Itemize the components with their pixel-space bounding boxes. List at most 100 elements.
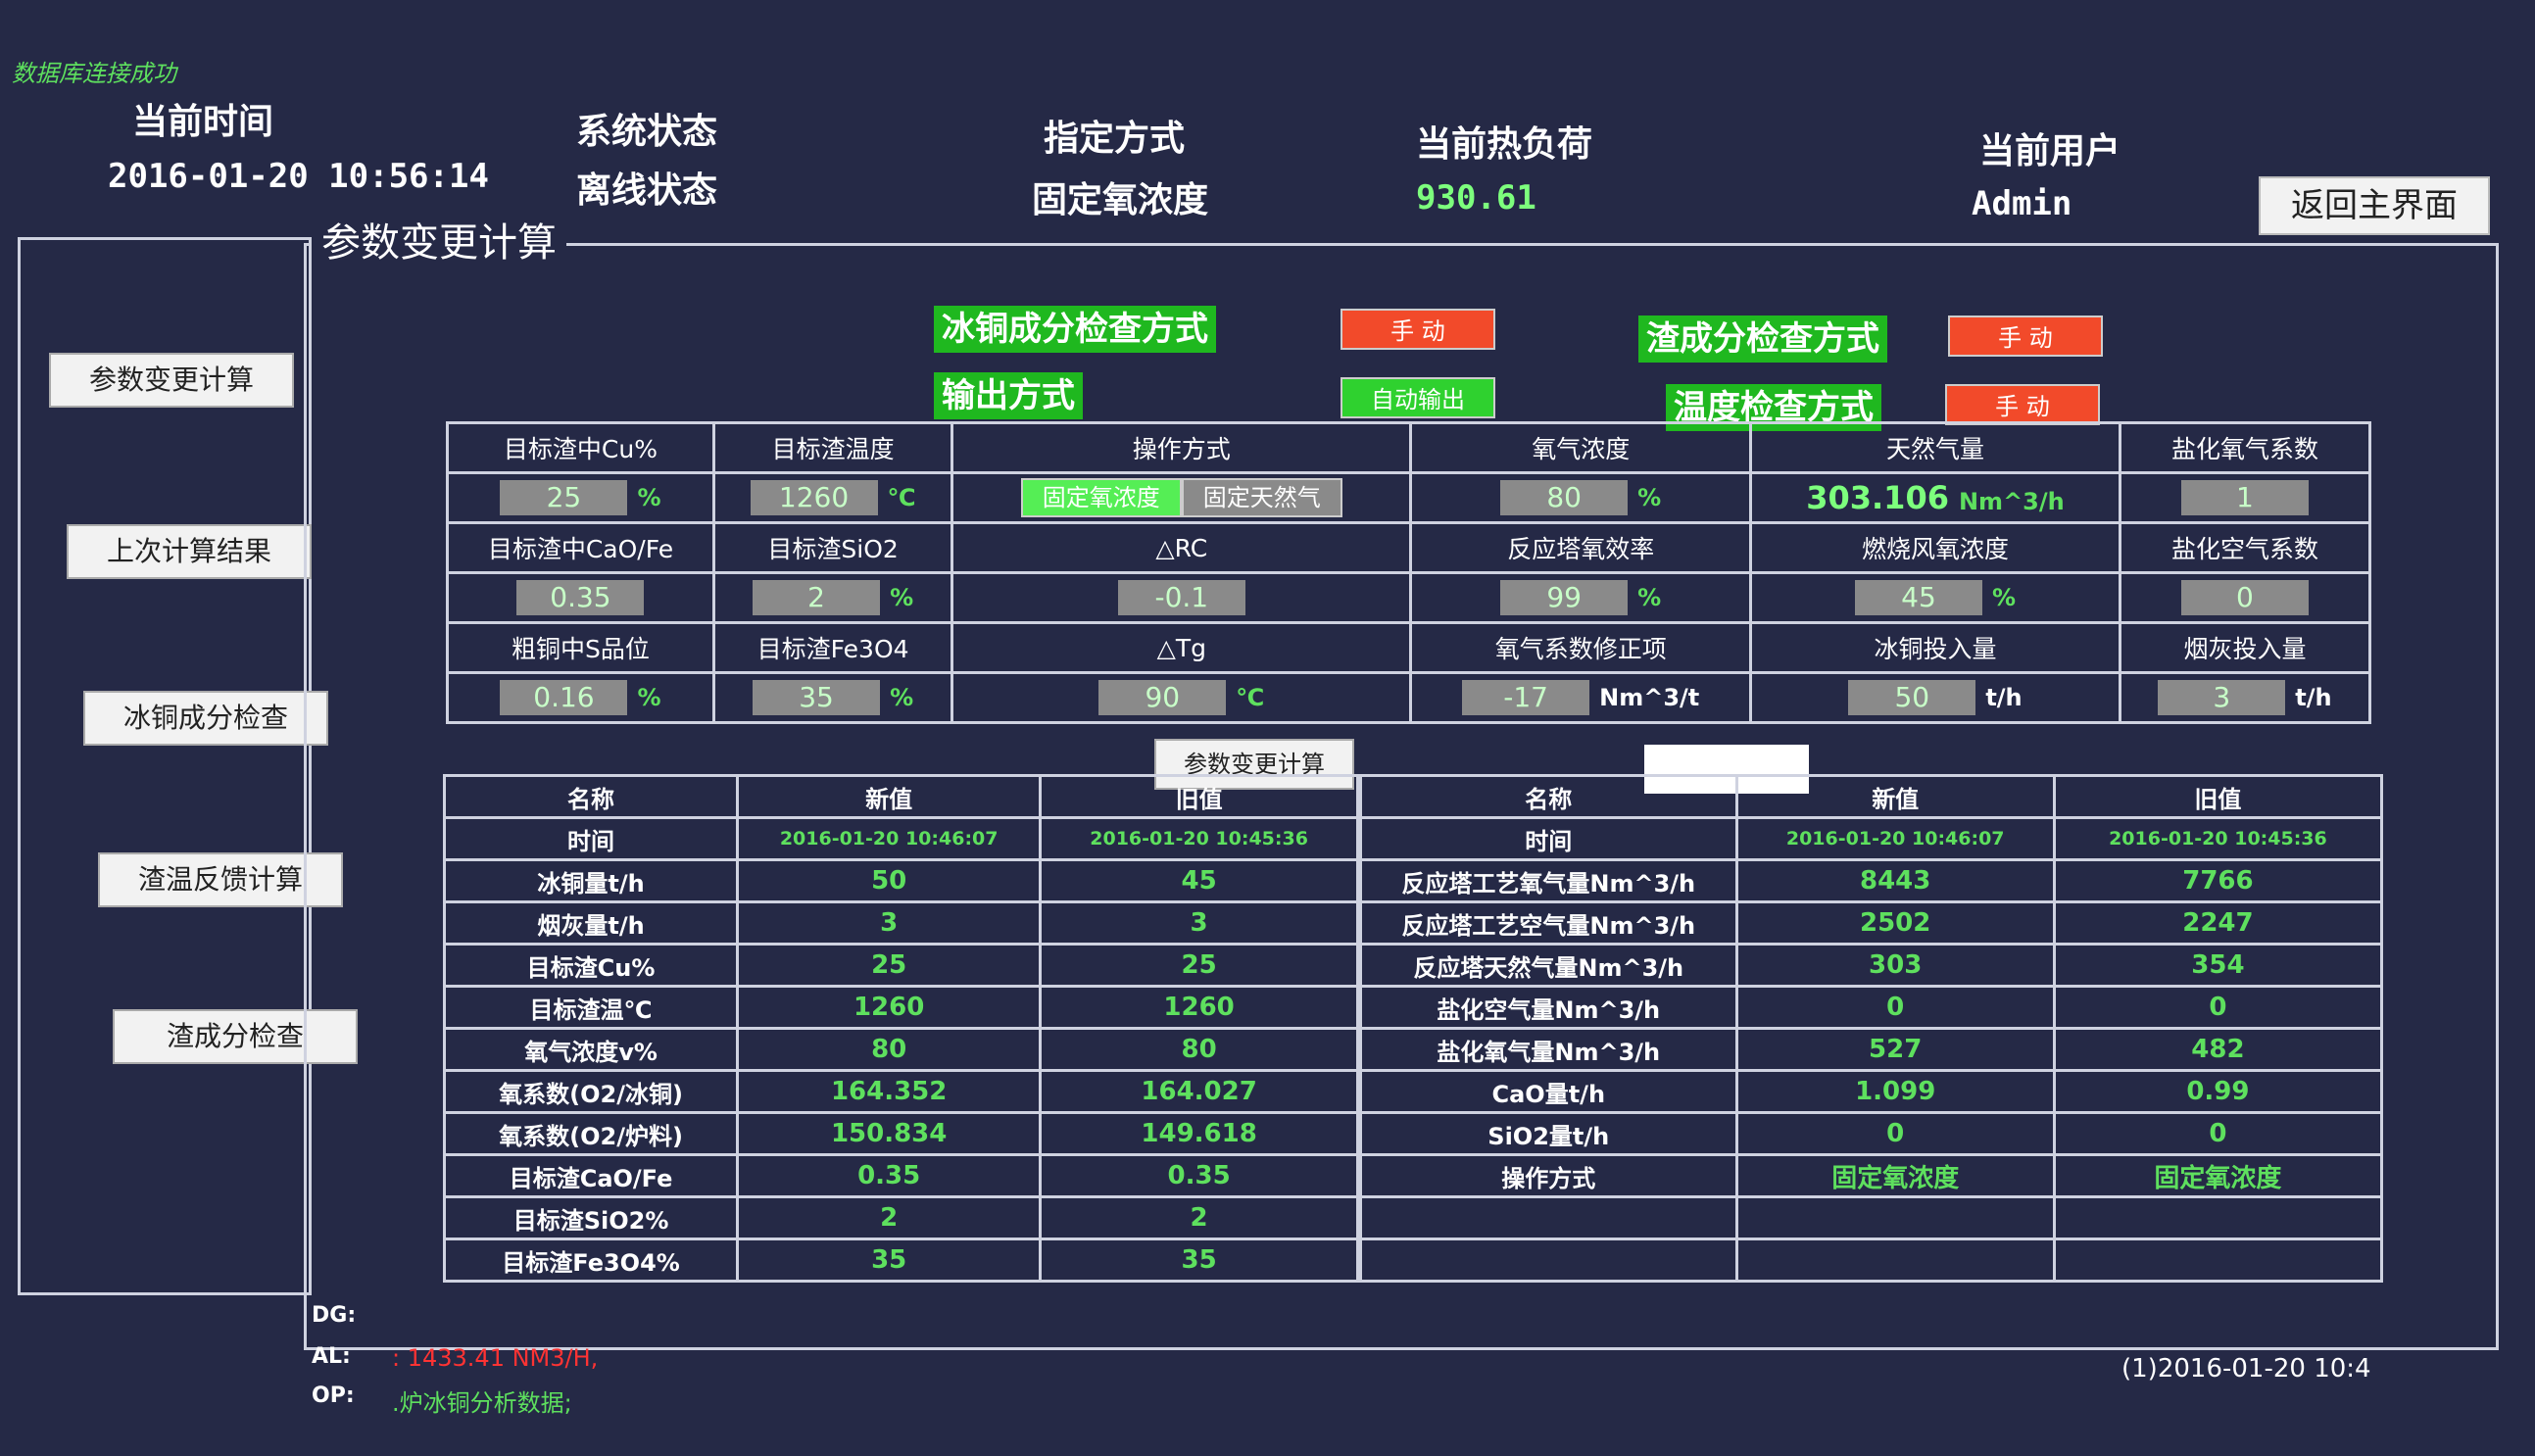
op-mode-fixed-o2-button[interactable]: 固定氧浓度 <box>1020 478 1182 517</box>
row-old-cell: 1260 <box>1039 985 1359 1030</box>
row-name-cell: SiO2量t/h <box>1359 1111 1738 1156</box>
back-to-main-button[interactable]: 返回主界面 <box>2259 176 2490 235</box>
param-label: 目标渣SiO2 <box>711 521 954 574</box>
row-name-cell: 冰铜量t/h <box>442 858 740 903</box>
row-old-cell: 2247 <box>2052 900 2384 946</box>
cao-fe-input[interactable]: 0.35 <box>516 580 645 615</box>
chlor-air-input[interactable]: 0 <box>2180 580 2309 615</box>
row-name-cell: 烟灰量t/h <box>442 900 740 946</box>
row-new-cell: 0 <box>1734 985 2056 1030</box>
op-message: .炉冰铜分析数据; <box>392 1389 572 1417</box>
matte-in-input[interactable]: 50 <box>1848 680 1976 715</box>
row-name-cell: 氧气浓度v% <box>442 1027 740 1072</box>
row-old-cell <box>2052 1238 2384 1283</box>
fe3o4-input[interactable]: 35 <box>753 680 881 715</box>
param-label: 盐化氧气系数 <box>2118 421 2372 474</box>
row-old-cell: 3 <box>1039 900 1359 946</box>
table-row: 目标渣CaO/Fe 0.35 0.35 <box>442 1153 1359 1198</box>
heat-load-value: 930.61 <box>1416 178 1536 218</box>
air-o2-input[interactable]: 45 <box>1854 580 1982 615</box>
table-row: 操作方式 固定氧浓度 固定氧浓度 <box>1359 1153 2384 1198</box>
row-old-cell: 149.618 <box>1039 1111 1359 1156</box>
al-label: AL: <box>312 1344 351 1369</box>
row-name-cell: 目标渣Fe3O4% <box>442 1238 740 1283</box>
row-new-cell: 2 <box>736 1195 1043 1240</box>
slag-check-mode-button[interactable]: 手 动 <box>1948 315 2103 357</box>
unit-label: % <box>637 484 661 511</box>
table-row: 目标渣SiO2% 2 2 <box>442 1195 1359 1240</box>
unit-label: ℃ <box>887 484 916 511</box>
row-new-cell: 2016-01-20 10:46:07 <box>736 816 1043 861</box>
row-old-cell: 45 <box>1039 858 1359 903</box>
drc-input[interactable]: -0.1 <box>1117 580 1245 615</box>
temp-check-mode-button[interactable]: 手 动 <box>1945 384 2100 425</box>
row-new-cell <box>1734 1238 2056 1283</box>
chlor-o2-input[interactable]: 1 <box>2180 480 2309 515</box>
slag-check-mode-label: 渣成分检查方式 <box>1638 315 1887 363</box>
o2-conc-input[interactable]: 80 <box>1500 480 1629 515</box>
output-mode-button[interactable]: 自动输出 <box>1341 377 1495 418</box>
row-old-cell: 0 <box>2052 1111 2384 1156</box>
unit-label: % <box>1991 584 2016 611</box>
param-label: △RC <box>951 521 1413 574</box>
row-new-cell: 1.099 <box>1734 1069 2056 1114</box>
unit-label: % <box>1637 584 1662 611</box>
unit-label: % <box>1637 484 1662 511</box>
row-old-cell <box>2052 1195 2384 1240</box>
row-old-cell: 80 <box>1039 1027 1359 1072</box>
row-new-cell: 80 <box>736 1027 1043 1072</box>
param-label: △Tg <box>951 621 1413 674</box>
param-label: 目标渣温度 <box>711 421 954 474</box>
param-label: 目标渣Fe3O4 <box>711 621 954 674</box>
param-label: 操作方式 <box>951 421 1413 474</box>
unit-label: % <box>890 684 914 711</box>
nav-matte-check[interactable]: 冰铜成分检查 <box>83 691 328 746</box>
row-new-cell: 0.35 <box>736 1153 1043 1198</box>
heat-load-label: 当前热负荷 <box>1416 124 1593 165</box>
dust-in-input[interactable]: 3 <box>2158 680 2286 715</box>
row-new-cell: 164.352 <box>736 1069 1043 1114</box>
col-header-old: 旧值 <box>2052 774 2384 819</box>
tower-eff-input[interactable]: 99 <box>1500 580 1629 615</box>
current-user-value: Admin <box>1972 184 2072 223</box>
system-status-value: 离线状态 <box>576 170 718 211</box>
row-old-cell: 0.35 <box>1039 1153 1359 1198</box>
row-new-cell <box>1734 1195 2056 1240</box>
target-cu-input[interactable]: 25 <box>500 480 628 515</box>
row-name-cell: CaO量t/h <box>1359 1069 1738 1114</box>
op-mode-fixed-gas-button[interactable]: 固定天然气 <box>1181 478 1342 517</box>
row-name-cell: 时间 <box>1359 816 1738 861</box>
unit-label: % <box>890 584 914 611</box>
table-row: SiO2量t/h 0 0 <box>1359 1111 2384 1156</box>
col-header-name: 名称 <box>442 774 740 819</box>
target-temp-input[interactable]: 1260 <box>750 480 878 515</box>
row-name-cell: 操作方式 <box>1359 1153 1738 1198</box>
param-label: 氧气系数修正项 <box>1409 621 1753 674</box>
table-row: 目标渣温℃ 1260 1260 <box>442 985 1359 1030</box>
results-table-left: 名称 新值 旧值 时间 2016-01-20 10:46:07 2016-01-20… <box>442 774 1359 1283</box>
s-grade-input[interactable]: 0.16 <box>500 680 628 715</box>
row-new-cell: 50 <box>736 858 1043 903</box>
param-label: 盐化空气系数 <box>2118 521 2372 574</box>
row-name-cell: 反应塔天然气量Nm^3/h <box>1359 943 1738 988</box>
col-header-new: 新值 <box>1734 774 2056 819</box>
nav-last-calc-result[interactable]: 上次计算结果 <box>67 524 312 579</box>
unit-label: Nm^3/t <box>1599 684 1700 711</box>
row-old-cell: 2 <box>1039 1195 1359 1240</box>
table-row: 反应塔工艺氧气量Nm^3/h 8443 7766 <box>1359 858 2384 903</box>
matte-check-mode-label: 冰铜成分检查方式 <box>934 306 1216 353</box>
o2-corr-input[interactable]: -17 <box>1462 680 1590 715</box>
system-status-label: 系统状态 <box>576 112 718 152</box>
row-name-cell: 氧系数(O2/炉料) <box>442 1111 740 1156</box>
row-name-cell: 目标渣温℃ <box>442 985 740 1030</box>
row-name-cell <box>1359 1238 1738 1283</box>
row-old-cell: 0.99 <box>2052 1069 2384 1114</box>
dtg-input[interactable]: 90 <box>1098 680 1227 715</box>
matte-check-mode-button[interactable]: 手 动 <box>1341 309 1495 350</box>
row-name-cell: 盐化空气量Nm^3/h <box>1359 985 1738 1030</box>
param-label: 冰铜投入量 <box>1749 621 2121 674</box>
nav-param-change-calc[interactable]: 参数变更计算 <box>49 353 294 408</box>
col-header-new: 新值 <box>736 774 1043 819</box>
sio2-input[interactable]: 2 <box>753 580 881 615</box>
row-name-cell: 盐化氧气量Nm^3/h <box>1359 1027 1738 1072</box>
